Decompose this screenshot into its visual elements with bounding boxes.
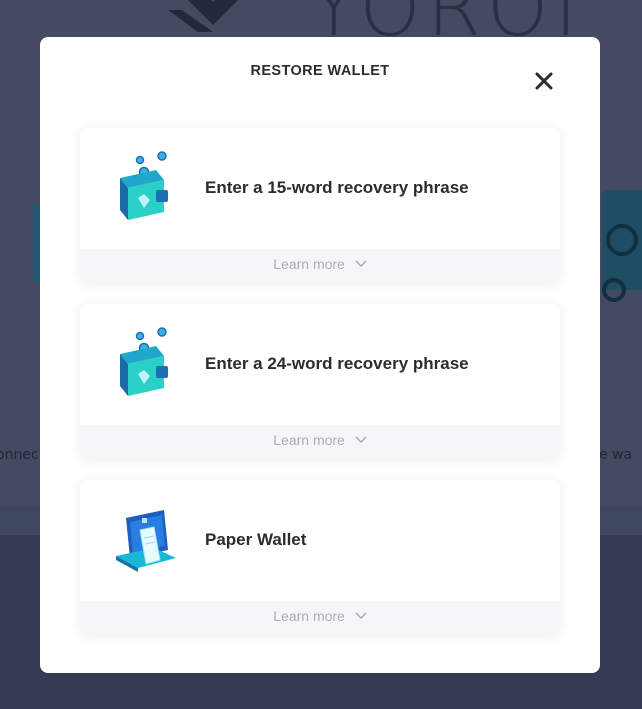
chevron-down-icon xyxy=(355,260,367,268)
learn-more-toggle[interactable]: Learn more xyxy=(80,425,560,457)
option-label: Paper Wallet xyxy=(205,530,307,549)
option-body[interactable]: Enter a 24-word recovery phrase xyxy=(80,304,560,425)
background-text-left: onnec xyxy=(0,447,39,463)
close-icon[interactable] xyxy=(534,71,554,91)
option-label: Enter a 15-word recovery phrase xyxy=(205,178,469,197)
option-15-word[interactable]: Enter a 15-word recovery phrase Learn mo… xyxy=(80,128,560,281)
learn-more-label: Learn more xyxy=(273,608,345,624)
yoroi-logo-icon xyxy=(168,0,238,32)
learn-more-toggle[interactable]: Learn more xyxy=(80,601,560,633)
learn-more-toggle[interactable]: Learn more xyxy=(80,249,560,281)
paper-wallet-icon xyxy=(116,510,176,572)
option-label: Enter a 24-word recovery phrase xyxy=(205,354,469,373)
learn-more-label: Learn more xyxy=(273,256,345,272)
chevron-down-icon xyxy=(355,612,367,620)
option-body[interactable]: Paper Wallet xyxy=(80,480,560,601)
wallet-coins-icon xyxy=(120,151,168,220)
option-body[interactable]: Enter a 15-word recovery phrase xyxy=(80,128,560,249)
learn-more-label: Learn more xyxy=(273,432,345,448)
restore-wallet-dialog: RESTORE WALLET Enter a 15-word recovery … xyxy=(40,37,600,673)
wallet-coins-icon xyxy=(120,327,168,396)
option-24-word[interactable]: Enter a 24-word recovery phrase Learn mo… xyxy=(80,304,560,457)
option-paper-wallet[interactable]: Paper Wallet Learn more xyxy=(80,480,560,633)
dialog-title: RESTORE WALLET xyxy=(250,63,390,79)
chevron-down-icon xyxy=(355,436,367,444)
